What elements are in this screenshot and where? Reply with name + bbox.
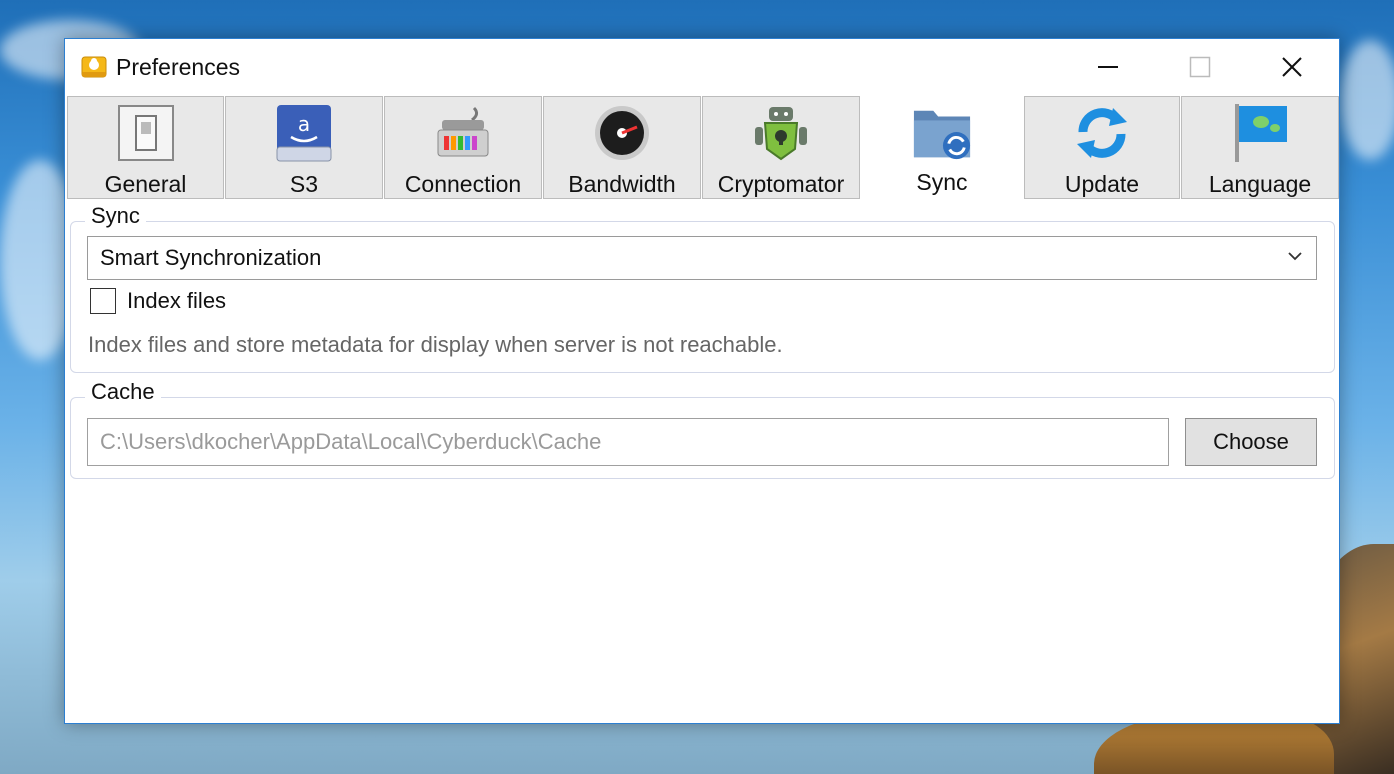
maximize-icon xyxy=(1189,56,1211,78)
tab-label: General xyxy=(104,171,187,197)
tab-label: Update xyxy=(1064,171,1140,197)
sync-mode-value: Smart Synchronization xyxy=(100,245,322,270)
svg-text:a: a xyxy=(298,112,310,136)
tab-language[interactable]: Language xyxy=(1181,96,1339,199)
tab-label: Connection xyxy=(404,171,522,197)
sync-group: Sync Smart Synchronization Index files I… xyxy=(70,203,1335,373)
tab-general[interactable]: General xyxy=(67,96,224,199)
chevron-down-icon xyxy=(1288,252,1302,261)
maximize-button[interactable] xyxy=(1177,47,1223,87)
cryptomator-robot-icon xyxy=(755,107,807,161)
minimize-icon xyxy=(1098,66,1118,68)
sync-folder-icon xyxy=(913,110,971,160)
speedometer-icon xyxy=(595,106,649,160)
index-files-description: Index files and store metadata for displ… xyxy=(88,332,783,357)
window-title: Preferences xyxy=(116,53,241,80)
tab-cryptomator[interactable]: Cryptomator xyxy=(702,96,860,199)
cache-path-field[interactable]: C:\Users\dkocher\AppData\Local\Cyberduck… xyxy=(87,418,1169,466)
close-icon xyxy=(1282,57,1302,77)
index-files-checkbox[interactable] xyxy=(90,288,116,314)
tab-bandwidth[interactable]: Bandwidth xyxy=(543,96,701,199)
cache-group: Cache C:\Users\dkocher\AppData\Local\Cyb… xyxy=(70,379,1335,479)
sync-mode-dropdown[interactable]: Smart Synchronization xyxy=(87,236,1317,280)
tab-label: Language xyxy=(1208,171,1312,197)
tab-label: S3 xyxy=(289,171,319,197)
desktop-cloud xyxy=(1340,40,1394,160)
sync-group-legend: Sync xyxy=(85,203,146,229)
tab-label: Sync xyxy=(916,169,968,195)
flag-globe-icon xyxy=(1235,104,1287,162)
minimize-button[interactable] xyxy=(1085,47,1131,87)
choose-button[interactable]: Choose xyxy=(1185,418,1317,466)
cyberduck-app-icon xyxy=(81,56,107,78)
preferences-tab-bar: General a S3 Connection Bandwidth Crypto… xyxy=(67,96,1339,199)
cache-group-legend: Cache xyxy=(85,379,161,405)
tab-label: Bandwidth xyxy=(568,171,676,197)
tab-sync[interactable]: Sync xyxy=(861,96,1023,199)
switch-icon xyxy=(117,105,174,161)
index-files-label[interactable]: Index files xyxy=(127,288,226,314)
preferences-window: Preferences General a S3 Connection Band… xyxy=(64,38,1340,724)
index-files-option[interactable]: Index files xyxy=(90,288,226,314)
title-bar[interactable]: Preferences xyxy=(65,39,1339,95)
tab-update[interactable]: Update xyxy=(1024,96,1180,199)
close-button[interactable] xyxy=(1269,47,1315,87)
refresh-arrows-icon xyxy=(1077,108,1127,158)
amazon-drive-icon: a xyxy=(276,105,332,162)
network-connector-icon xyxy=(437,106,489,157)
tab-label: Cryptomator xyxy=(717,171,845,197)
tab-connection[interactable]: Connection xyxy=(384,96,542,199)
tab-s3[interactable]: a S3 xyxy=(225,96,383,199)
